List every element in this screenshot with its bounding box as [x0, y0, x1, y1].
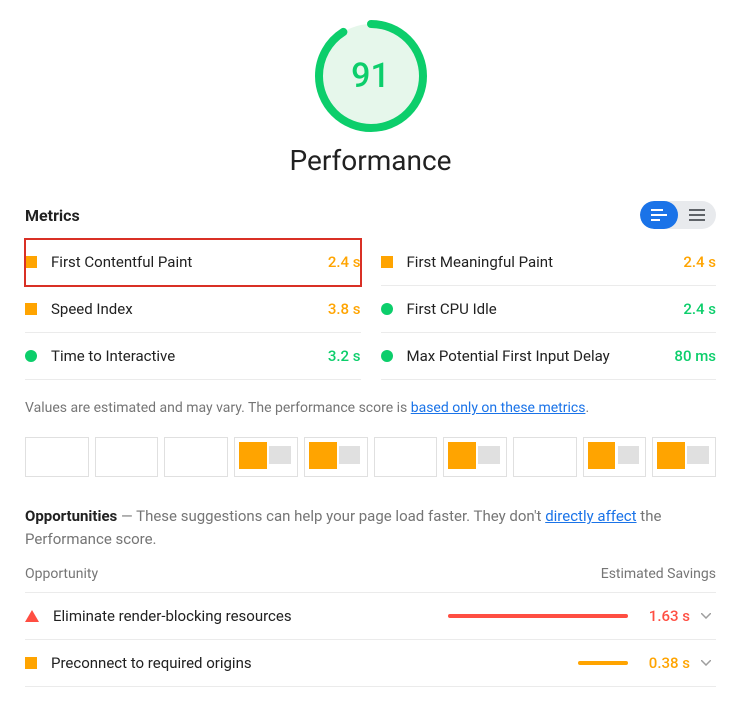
status-square-icon: [25, 657, 37, 669]
note-suffix: .: [585, 400, 589, 416]
metric-name: Max Potential First Input Delay: [407, 347, 675, 365]
chevron-down-icon: [696, 660, 716, 666]
opportunity-row[interactable]: Preconnect to required origins 0.38 s: [25, 640, 716, 687]
metric-row[interactable]: First CPU Idle 2.4 s: [381, 286, 717, 333]
metric-value: 2.4 s: [683, 253, 716, 271]
metric-name: Time to Interactive: [51, 347, 328, 365]
status-circle-icon: [381, 303, 393, 315]
filmstrip-frame: [652, 437, 716, 477]
opportunities-header-row: Opportunity Estimated Savings: [25, 566, 716, 593]
filmstrip: [25, 437, 716, 477]
metrics-heading: Metrics: [25, 206, 80, 225]
status-square-icon: [25, 256, 37, 268]
view-expanded-button[interactable]: [678, 201, 716, 229]
metric-name: First CPU Idle: [407, 300, 684, 318]
metric-value: 3.8 s: [328, 300, 361, 318]
expanded-view-icon: [689, 209, 705, 221]
note-text: Values are estimated and may vary. The p…: [25, 400, 411, 416]
metric-name: Speed Index: [51, 300, 328, 318]
opportunities-intro-link[interactable]: directly affect: [545, 507, 636, 525]
status-circle-icon: [25, 350, 37, 362]
score-label: Performance: [290, 144, 452, 177]
metric-row[interactable]: First Contentful Paint 2.4 s: [25, 239, 361, 286]
metrics-note: Values are estimated and may vary. The p…: [25, 398, 716, 419]
score-value: 91: [315, 20, 427, 132]
filmstrip-frame: [95, 437, 159, 477]
metric-value: 80 ms: [674, 347, 716, 365]
view-toggle: [640, 201, 716, 229]
view-compact-button[interactable]: [640, 201, 678, 229]
metric-value: 2.4 s: [328, 253, 361, 271]
metrics-grid: First Contentful Paint 2.4 s First Meani…: [25, 239, 716, 380]
filmstrip-frame: [583, 437, 647, 477]
opportunity-column-label: Opportunity: [25, 566, 98, 582]
intro-text: These suggestions can help your page loa…: [136, 507, 545, 525]
metrics-note-link[interactable]: based only on these metrics: [411, 400, 586, 416]
filmstrip-frame: [513, 437, 577, 477]
opportunities-label: Opportunities: [25, 507, 117, 525]
opportunity-name: Preconnect to required origins: [51, 654, 448, 672]
metric-row[interactable]: First Meaningful Paint 2.4 s: [381, 239, 717, 286]
metric-row[interactable]: Max Potential First Input Delay 80 ms: [381, 333, 717, 380]
opportunity-name: Eliminate render-blocking resources: [53, 607, 448, 625]
filmstrip-frame: [164, 437, 228, 477]
score-gauge: 91: [315, 20, 427, 132]
compact-view-icon: [651, 209, 667, 221]
chevron-down-icon: [696, 613, 716, 619]
metric-row[interactable]: Time to Interactive 3.2 s: [25, 333, 361, 380]
savings-bar: [578, 661, 628, 665]
filmstrip-frame: [304, 437, 368, 477]
score-gauge-section: 91 Performance: [25, 20, 716, 177]
savings-bar: [448, 614, 628, 618]
metric-name: First Contentful Paint: [51, 253, 328, 271]
dash: —: [117, 507, 136, 525]
status-circle-icon: [381, 350, 393, 362]
metric-value: 2.4 s: [683, 300, 716, 318]
opportunities-intro: Opportunities — These suggestions can he…: [25, 505, 716, 550]
status-triangle-icon: [25, 610, 39, 622]
filmstrip-frame: [443, 437, 507, 477]
opportunity-value: 1.63 s: [638, 607, 690, 625]
filmstrip-frame: [234, 437, 298, 477]
savings-bar-wrap: [448, 614, 628, 618]
status-square-icon: [381, 256, 393, 268]
metric-value: 3.2 s: [328, 347, 361, 365]
metric-row[interactable]: Speed Index 3.8 s: [25, 286, 361, 333]
filmstrip-frame: [374, 437, 438, 477]
filmstrip-frame: [25, 437, 89, 477]
savings-bar-wrap: [448, 661, 628, 665]
opportunity-row[interactable]: Eliminate render-blocking resources 1.63…: [25, 593, 716, 640]
metric-name: First Meaningful Paint: [407, 253, 684, 271]
status-square-icon: [25, 303, 37, 315]
opportunity-value: 0.38 s: [638, 654, 690, 672]
savings-column-label: Estimated Savings: [601, 566, 716, 582]
